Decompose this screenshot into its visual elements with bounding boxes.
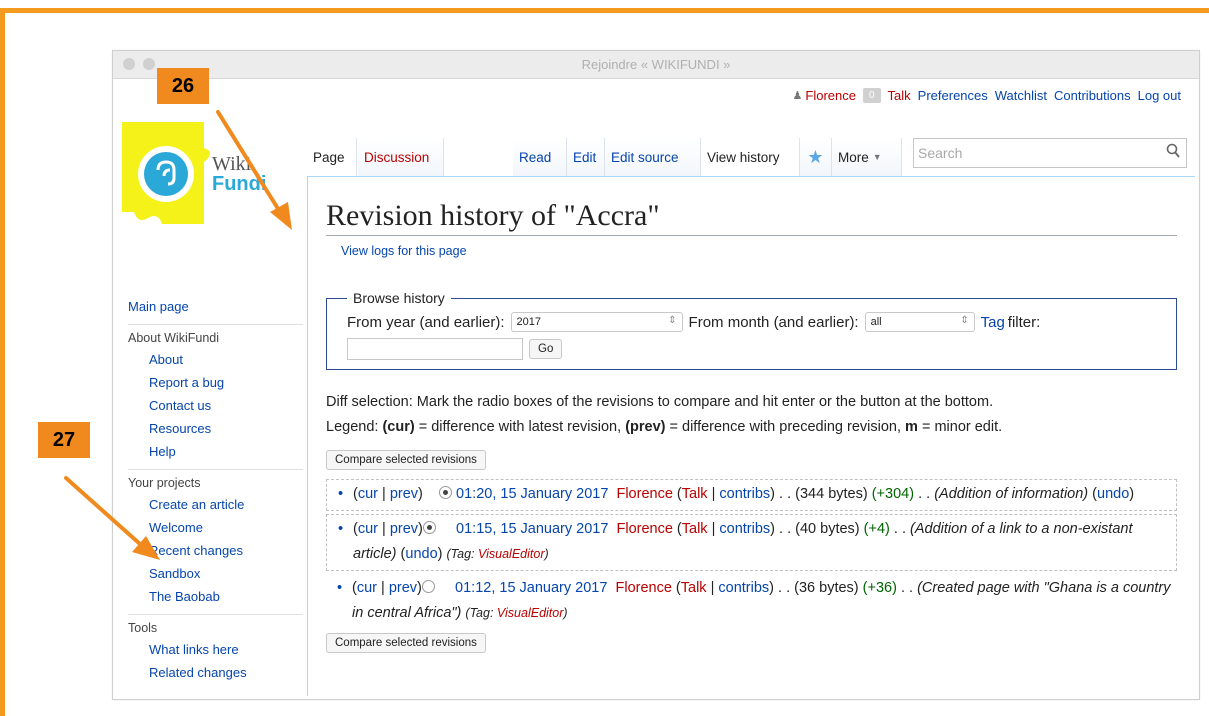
user-contribs-link[interactable]: contribs [719,486,770,502]
window-title: Rejoindre « WIKIFUNDI » [581,57,731,72]
sidebar-about-portal: About WikiFundi About Report a bug Conta… [128,324,303,463]
year-select[interactable]: 2017 ⇕ [510,312,683,332]
compare-revisions-button-bottom[interactable]: Compare selected revisions [326,633,486,653]
view-logs-link[interactable]: View logs for this page [341,244,467,258]
content-area: Revision history of "Accra" View logs fo… [307,176,1195,696]
revision-date-link[interactable]: 01:15, 15 January 2017 [456,521,608,537]
sidebar-item-main-page[interactable]: Main page [128,299,189,314]
undo-link[interactable]: undo [405,546,437,562]
revision-row: • (cur | prev) 01:15, 15 January 2017 Flo… [326,514,1177,571]
talk-link[interactable]: Talk [888,88,911,103]
from-year-label: From year (and earlier): [347,313,505,331]
tag-link[interactable]: Tag [981,314,1005,331]
size-diff: (+304) [871,486,915,502]
watchlist-link[interactable]: Watchlist [995,88,1047,103]
sidebar-item-what-links-here[interactable]: What links here [149,642,239,657]
revision-size: (40 bytes) [795,521,860,537]
chevron-down-icon: ▼ [872,152,882,162]
step-badge-27: 27 [38,422,90,458]
revision-size: (36 bytes) [794,580,859,596]
diff-selection-text: Diff selection: Mark the radio boxes of … [326,394,994,410]
revision-row: • (cur | prev) 01:12, 15 January 2017 Flo… [337,580,1171,621]
preferences-link[interactable]: Preferences [918,88,988,103]
sidebar-item-resources[interactable]: Resources [149,421,211,436]
user-contribs-link[interactable]: contribs [719,521,770,537]
sidebar-item-baobab[interactable]: The Baobab [149,589,220,604]
from-month-label: From month (and earlier): [688,313,859,331]
user-talk-link[interactable]: Talk [681,580,707,596]
title-bar: Rejoindre « WIKIFUNDI » [113,51,1199,79]
cur-link[interactable]: cur [358,521,378,537]
tab-page[interactable]: Page [307,138,357,176]
undo-link[interactable]: undo [1097,486,1129,502]
sidebar-item-about[interactable]: About [149,352,183,367]
personal-tools: ♟ Florence 0 Talk Preferences Watchlist C… [793,88,1181,103]
notifications-badge[interactable]: 0 [862,88,881,103]
diff-info: Diff selection: Mark the radio boxes of … [326,390,1177,440]
browse-history-legend: Browse history [353,290,445,306]
page-title: Revision history of "Accra" [326,199,1177,236]
month-select[interactable]: all ⇕ [864,312,975,332]
size-diff: (+36) [862,580,897,596]
tab-bar: Page Discussion Read Edit Edit source Vi… [307,138,1195,176]
contributions-link[interactable]: Contributions [1054,88,1131,103]
user-link[interactable]: ♟ Florence [793,88,856,103]
user-link[interactable]: Florence [615,580,671,596]
edit-summary: (Addition of information) [934,486,1089,502]
search-icon[interactable] [1166,143,1180,162]
cur-link[interactable]: cur [357,580,377,596]
revision-radio[interactable] [421,580,435,593]
watch-star-icon[interactable]: ★ [800,138,832,176]
tag-filter-label: filter: [1007,313,1041,331]
legend-text: Legend: (cur) = difference with latest r… [326,419,1003,435]
revision-date-link[interactable]: 01:20, 15 January 2017 [456,486,608,502]
tag-filter-input[interactable] [347,338,523,360]
annotation-arrow-icon [64,476,160,560]
user-talk-link[interactable]: Talk [682,521,708,537]
revision-row: • (cur | prev) 01:20, 15 January 2017 Flo… [326,479,1177,511]
sidebar-item-help[interactable]: Help [149,444,176,459]
tab-edit[interactable]: Edit [567,138,605,176]
cur-link[interactable]: cur [358,486,378,502]
sidebar-item-related-changes[interactable]: Related changes [149,665,247,680]
sidebar-item-report-bug[interactable]: Report a bug [149,375,224,390]
history-list: • (cur | prev) 01:20, 15 January 2017 Flo… [326,479,1177,629]
user-link[interactable]: Florence [616,486,672,502]
user-icon: ♟ [792,90,803,102]
size-diff: (+4) [863,521,890,537]
more-menu[interactable]: More ▼ [832,138,902,176]
tag-link[interactable]: VisualEditor [497,606,563,620]
user-contribs-link[interactable]: contribs [718,580,769,596]
tag-link[interactable]: VisualEditor [478,547,544,561]
sidebar-tools-portal: Tools What links here Related changes [128,614,303,684]
revision-radio[interactable] [439,486,452,499]
sidebar-item-contact-us[interactable]: Contact us [149,398,211,413]
prev-link[interactable]: prev [390,521,418,537]
tab-read[interactable]: Read [513,138,567,176]
go-button[interactable]: Go [529,339,563,359]
annotation-arrow-icon [216,110,292,230]
tab-edit-source[interactable]: Edit source [605,138,701,176]
tab-view-history[interactable]: View history [701,138,800,176]
revision-date-link[interactable]: 01:12, 15 January 2017 [455,580,607,596]
logout-link[interactable]: Log out [1138,88,1181,103]
sidebar-heading-about: About WikiFundi [128,331,220,345]
compare-revisions-button[interactable]: Compare selected revisions [326,450,486,470]
step-badge-26: 26 [157,68,209,104]
sidebar-heading-tools: Tools [128,621,158,635]
tab-discussion[interactable]: Discussion [358,138,444,176]
revision-size: (344 bytes) [795,486,868,502]
revision-radio[interactable] [422,521,436,534]
prev-link[interactable]: prev [389,580,417,596]
user-talk-link[interactable]: Talk [682,486,708,502]
browse-history-fieldset: Browse history From year (and earlier): … [326,290,1177,370]
prev-link[interactable]: prev [390,486,418,502]
user-link[interactable]: Florence [616,521,672,537]
search-input[interactable]: Search [913,138,1187,168]
